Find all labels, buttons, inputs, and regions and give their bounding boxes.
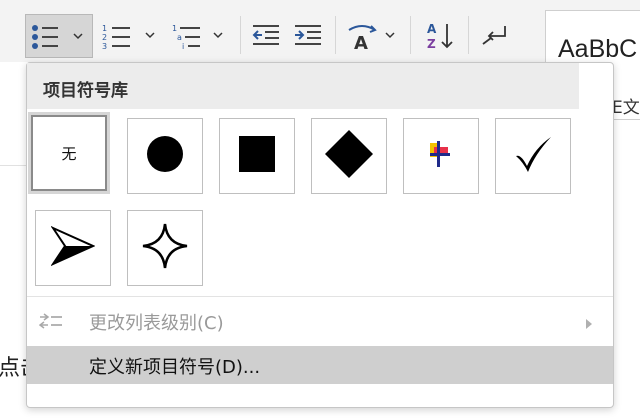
style-sample: AaBbC — [558, 35, 638, 63]
bullet-library-title: 项目符号库 — [43, 81, 128, 101]
show-formatting-button[interactable] — [474, 14, 514, 58]
define-new-bullet-label: 定义新项目符号(D)... — [89, 357, 261, 378]
text-direction-icon: A — [346, 22, 378, 50]
ribbon-separator — [335, 16, 336, 54]
bullet-colored-arrow[interactable] — [403, 118, 479, 194]
bullets-dropdown: 项目符号库 无 更改列表级别(C) 定义新项目符号(D)... — [26, 62, 614, 408]
svg-text:1: 1 — [172, 24, 177, 33]
svg-text:1: 1 — [102, 24, 107, 33]
sort-az-icon: A Z — [425, 21, 455, 51]
chevron-down-icon[interactable] — [212, 30, 224, 40]
change-list-level-item[interactable]: 更改列表级别(C) — [27, 302, 613, 340]
bullet-filled-diamond[interactable] — [311, 118, 387, 194]
bullet-checkmark[interactable] — [495, 118, 571, 194]
bullet-filled-square[interactable] — [219, 118, 295, 194]
svg-text:A: A — [427, 22, 437, 36]
bulleted-list-icon — [31, 24, 59, 50]
define-new-bullet-item[interactable]: 定义新项目符号(D)... — [27, 346, 613, 384]
colored-arrow-icon — [426, 139, 456, 173]
decrease-indent-icon — [251, 23, 281, 49]
text-direction-button[interactable]: A — [342, 14, 400, 58]
style-name: E文 — [612, 98, 640, 118]
filled-square-icon — [239, 136, 275, 176]
svg-text:2: 2 — [102, 33, 107, 42]
multilevel-list-icon: 1 a i — [172, 23, 202, 51]
svg-text:Z: Z — [427, 37, 436, 51]
svg-text:i: i — [182, 42, 184, 51]
menu-divider — [27, 296, 613, 297]
arrowhead-icon — [50, 224, 96, 272]
numbering-button[interactable]: 1 2 3 — [100, 14, 160, 58]
increase-indent-icon — [293, 23, 323, 49]
increase-indent-button[interactable] — [290, 14, 326, 58]
change-list-level-label: 更改列表级别(C) — [89, 313, 224, 334]
svg-text:A: A — [354, 33, 368, 50]
ribbon-separator — [240, 16, 241, 54]
chevron-down-icon[interactable] — [384, 30, 396, 40]
bullet-four-point-star[interactable] — [127, 210, 203, 286]
bullets-button[interactable] — [25, 14, 93, 58]
filled-circle-icon — [145, 134, 185, 178]
four-point-star-icon — [141, 222, 189, 274]
ribbon-separator — [410, 16, 411, 54]
chevron-down-icon[interactable] — [144, 30, 156, 40]
bullet-arrowhead[interactable] — [35, 210, 111, 286]
bullet-library-header: 项目符号库 — [27, 63, 579, 109]
list-level-icon — [38, 313, 63, 333]
checkmark-icon — [513, 134, 553, 178]
multilevel-list-button[interactable]: 1 a i — [170, 14, 230, 58]
watermark: 知乎 @之乎者也 — [480, 385, 590, 403]
ribbon-separator — [468, 16, 469, 54]
ribbon-divider — [0, 165, 28, 166]
chevron-down-icon[interactable] — [72, 31, 84, 41]
sort-button[interactable]: A Z — [420, 14, 460, 58]
formatting-marks-icon — [479, 24, 509, 48]
chevron-right-icon — [585, 315, 593, 334]
svg-text:a: a — [177, 33, 182, 42]
bullet-filled-circle[interactable] — [127, 118, 203, 194]
svg-text:3: 3 — [102, 42, 107, 51]
filled-diamond-icon — [324, 129, 374, 183]
numbered-list-icon: 1 2 3 — [102, 23, 132, 51]
bullet-none[interactable]: 无 — [28, 112, 110, 194]
bullet-none-label: 无 — [61, 144, 77, 163]
decrease-indent-button[interactable] — [248, 14, 284, 58]
